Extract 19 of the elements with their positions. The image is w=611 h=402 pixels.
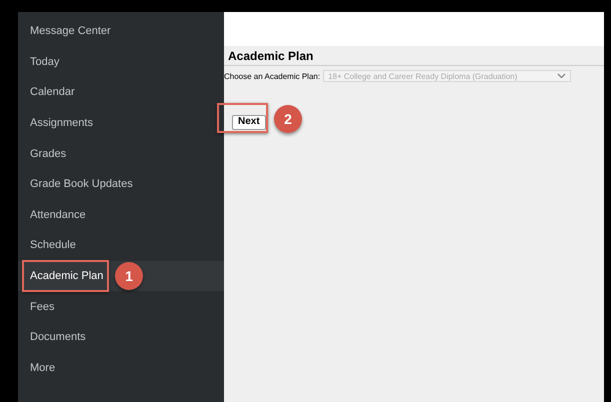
- next-button[interactable]: Next: [232, 114, 266, 130]
- field-label: Choose an Academic Plan:: [224, 72, 320, 80]
- sidebar-item[interactable]: Academic Plan: [30, 270, 104, 282]
- sidebar-item[interactable]: Fees: [30, 300, 54, 313]
- sidebar-item[interactable]: Message Center: [30, 25, 111, 38]
- page-title: Academic Plan: [224, 49, 604, 66]
- sidebar-item[interactable]: Documents: [30, 331, 86, 344]
- sidebar-item[interactable]: More: [30, 362, 56, 374]
- step-badge: 2: [274, 105, 302, 133]
- sidebar-item[interactable]: Grades: [30, 148, 66, 160]
- sidebar-item[interactable]: Schedule: [30, 239, 76, 252]
- sidebar-item[interactable]: Attendance: [30, 208, 86, 221]
- sidebar-item[interactable]: Assignments: [30, 117, 93, 130]
- chevron-icon: [557, 73, 566, 79]
- sidebar-item[interactable]: Calendar: [30, 86, 75, 98]
- highlight-frame: [217, 103, 268, 133]
- step-badge: 1: [115, 262, 143, 290]
- sidebar-item[interactable]: Today: [30, 56, 60, 68]
- sidebar-item[interactable]: Grade Book Updates: [30, 178, 133, 190]
